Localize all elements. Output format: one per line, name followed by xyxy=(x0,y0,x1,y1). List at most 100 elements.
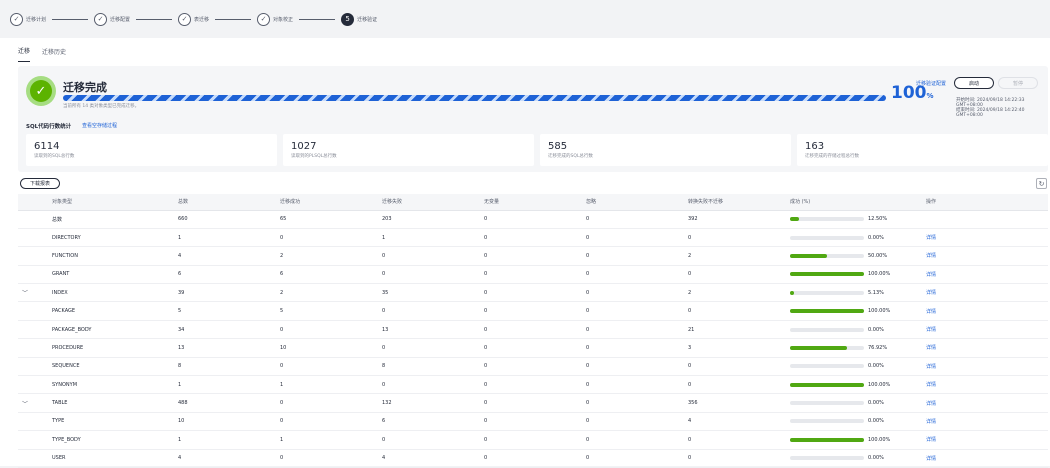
details-link[interactable]: 详情 xyxy=(922,265,1048,285)
expand-icon[interactable]: ﹀ xyxy=(18,393,48,413)
success-progress-bar xyxy=(790,437,864,442)
number-icon: 5 xyxy=(341,12,355,26)
success-progress-fill xyxy=(790,382,864,387)
cell-success: 1 xyxy=(276,375,378,395)
step-item: ✓ 对象校正 xyxy=(257,12,341,26)
success-progress-fill xyxy=(790,309,864,314)
refresh-icon[interactable]: ↻ xyxy=(1036,178,1047,189)
details-link[interactable]: 详情 xyxy=(922,228,1048,248)
check-icon: ✓ xyxy=(178,12,192,26)
download-report-button[interactable]: 下载报表 xyxy=(20,178,60,189)
details-link[interactable]: 详情 xyxy=(922,449,1048,468)
cell-convfail: 0 xyxy=(684,449,786,468)
cell-success: 10 xyxy=(276,338,378,358)
details-link[interactable]: 详情 xyxy=(922,301,1048,321)
step-label: 迁移计划 xyxy=(26,16,47,23)
success-rate-label: 100.00% xyxy=(868,308,891,315)
column-header: 对象类型 xyxy=(48,194,174,211)
cell-type: PROCEDURE xyxy=(48,338,174,358)
success-progress-bar xyxy=(790,401,864,406)
cell-total: 1 xyxy=(174,228,276,248)
success-progress-bar xyxy=(790,217,864,222)
cell-total: 13 xyxy=(174,338,276,358)
column-header: 迁移失败 xyxy=(378,194,480,211)
verify-config-link[interactable]: 迁移验证配置 xyxy=(916,80,946,87)
tab-bar: 迁移 迁移历史 xyxy=(0,38,1050,62)
results-table: 对象类型 总数 迁移成功 迁移失败 无变量 忽略 转换失败不迁移 成功 (%) 操作 总数 660… xyxy=(18,194,1048,468)
cell-success: 0 xyxy=(276,320,378,340)
tab-migration[interactable]: 迁移 xyxy=(18,46,31,62)
step-item: ✓ 表迁移 xyxy=(178,12,257,26)
details-link[interactable]: 详情 xyxy=(922,357,1048,377)
cell-novar: 0 xyxy=(480,412,582,432)
cell-type: PACKAGE_BODY xyxy=(48,320,174,340)
column-header: 无变量 xyxy=(480,194,582,211)
cell-fail: 1 xyxy=(378,228,480,248)
success-rate-label: 0.00% xyxy=(868,418,884,425)
cell-success: 2 xyxy=(276,283,378,303)
details-link[interactable]: 详情 xyxy=(922,338,1048,358)
cell-success-rate: 0.00% xyxy=(786,412,922,432)
cell-fail: 8 xyxy=(378,357,480,377)
view-empty-procedures-link[interactable]: 查看空存储过程 xyxy=(82,122,117,129)
stat-number: 6114 xyxy=(34,141,60,152)
step-label: 对象校正 xyxy=(273,16,294,23)
details-link[interactable]: 详情 xyxy=(922,375,1048,395)
success-progress-bar xyxy=(790,235,864,240)
cell-novar: 0 xyxy=(480,228,582,248)
cell-type: FUNCTION xyxy=(48,246,174,266)
sql-stat-cards: 6114 读取到的SQL总行数 1027 读取到的PLSQL总行数 585 迁移完成的… xyxy=(26,134,1050,166)
details-link[interactable]: 详情 xyxy=(922,393,1048,413)
migration-progress-bar xyxy=(63,95,886,101)
cell-convfail: 392 xyxy=(684,210,786,229)
stat-card: 585 迁移完成的SQL总行数 xyxy=(540,134,791,166)
cell-success-rate: 0.00% xyxy=(786,228,922,248)
table-row: PACKAGE 5 5 0 0 0 0 100.00% 详情 xyxy=(18,301,1048,321)
cell-ignore: 0 xyxy=(582,265,684,285)
cell-ignore: 0 xyxy=(582,320,684,340)
stat-number: 585 xyxy=(548,141,568,152)
details-link[interactable]: 详情 xyxy=(922,246,1048,266)
table-row: DIRECTORY 1 0 1 0 0 0 0.00% 详情 xyxy=(18,228,1048,248)
details-link[interactable]: 详情 xyxy=(922,320,1048,340)
success-rate-label: 0.00% xyxy=(868,455,884,462)
details-link[interactable]: 详情 xyxy=(922,430,1048,450)
pause-button[interactable]: 暂停 xyxy=(998,77,1038,89)
cell-type: INDEX xyxy=(48,283,174,303)
cell-fail: 0 xyxy=(378,301,480,321)
success-progress-bar xyxy=(790,456,864,461)
table-row: TYPE 10 0 6 0 0 4 0.00% 详情 xyxy=(18,412,1048,432)
expand-icon xyxy=(18,412,48,432)
table-row: 总数 660 65 203 0 0 392 12.50% xyxy=(18,210,1048,229)
start-button[interactable]: 启动 xyxy=(954,77,994,89)
expand-icon[interactable]: ﹀ xyxy=(18,283,48,303)
cell-fail: 203 xyxy=(378,210,480,229)
column-header: 成功 (%) xyxy=(786,194,922,211)
cell-convfail: 0 xyxy=(684,430,786,450)
expand-icon xyxy=(18,265,48,285)
success-rate-label: 0.00% xyxy=(868,363,884,370)
tab-migration-history[interactable]: 迁移历史 xyxy=(42,47,66,62)
expand-icon xyxy=(18,301,48,321)
success-rate-label: 0.00% xyxy=(868,326,884,333)
cell-type: TYPE xyxy=(48,412,174,432)
cell-type: GRANT xyxy=(48,265,174,285)
cell-ignore: 0 xyxy=(582,283,684,303)
cell-success-rate: 0.00% xyxy=(786,357,922,377)
cell-success-rate: 12.50% xyxy=(786,210,922,229)
details-link[interactable]: 详情 xyxy=(922,412,1048,432)
details-link[interactable]: 详情 xyxy=(922,283,1048,303)
cell-total: 10 xyxy=(174,412,276,432)
cell-type: 总数 xyxy=(48,210,174,229)
column-header xyxy=(18,194,48,211)
step-item: 5 迁移验证 xyxy=(341,12,377,26)
cell-ignore: 0 xyxy=(582,449,684,468)
main-panel: ✓ 迁移完成 当前所有 14 类对象类型已完成迁移。 100% 迁移验证配置 启… xyxy=(0,62,1050,468)
cell-novar: 0 xyxy=(480,210,582,229)
step-item: ✓ 迁移计划 xyxy=(10,12,94,26)
table-row: FUNCTION 4 2 0 0 0 2 50.00% 详情 xyxy=(18,246,1048,266)
expand-icon xyxy=(18,430,48,450)
table-row: SYNONYM 1 1 0 0 0 0 100.00% 详情 xyxy=(18,375,1048,395)
cell-success-rate: 100.00% xyxy=(786,301,922,321)
success-rate-label: 5.13% xyxy=(868,289,884,296)
